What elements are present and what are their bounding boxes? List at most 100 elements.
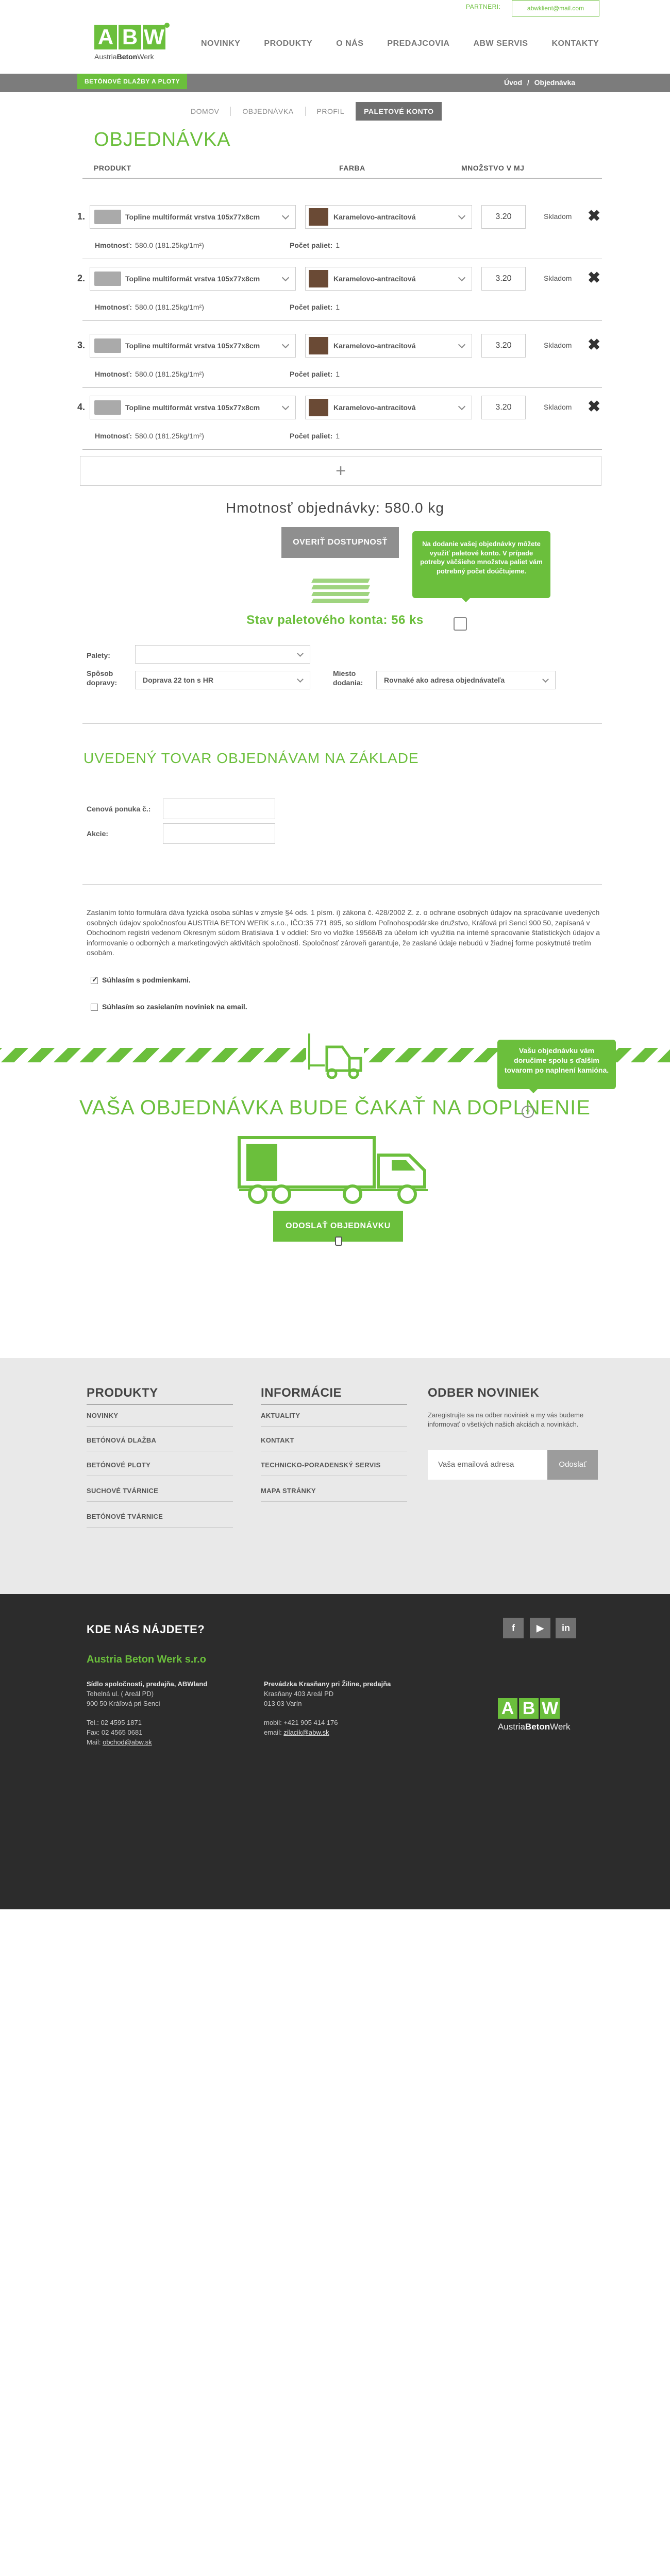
transport-select[interactable]: Doprava 22 ton s HR (135, 671, 310, 689)
nav-abw-servis[interactable]: ABW SERVIS (473, 39, 528, 48)
chevron-down-icon (458, 212, 466, 220)
footer-divider (87, 1527, 233, 1528)
paver-icon (94, 338, 121, 353)
step-objednavka[interactable]: OBJEDNÁVKA (242, 107, 293, 115)
product-select[interactable]: Topline multiformát vrstva 105x77x8cm (90, 205, 296, 229)
color-select[interactable]: Karamelovo-antracitová (305, 205, 472, 229)
chevron-down-icon (458, 274, 466, 282)
stock-status: Skladom (544, 341, 572, 349)
color-select[interactable]: Karamelovo-antracitová (305, 334, 472, 358)
nav-predajcovia[interactable]: PREDAJCOVIA (387, 39, 449, 48)
pointer-cursor-icon (335, 1236, 342, 1246)
row-pallets: Počet paliet: 1 (290, 370, 340, 378)
nav-kontakty[interactable]: KONTAKTY (552, 39, 599, 48)
delivery-place-label: Miesto dodania: (333, 669, 363, 687)
basis-title: UVEDENÝ TOVAR OBJEDNÁVAM NA ZÁKLADE (83, 750, 419, 766)
footer-link[interactable]: NOVINKY (87, 1412, 118, 1419)
footer-link[interactable]: AKTUALITY (261, 1412, 300, 1419)
client-email-link[interactable]: abwklient@mail.com (512, 0, 599, 16)
terms-checkbox[interactable]: Súhlasím s podmienkami. (91, 975, 191, 985)
footer-link[interactable]: BETÓNOVÉ TVÁRNICE (87, 1513, 163, 1520)
product-select[interactable]: Topline multiformát vrstva 105x77x8cm (90, 334, 296, 358)
quantity-input[interactable]: 3.20 (481, 334, 526, 358)
stock-status: Skladom (544, 403, 572, 411)
quantity-input[interactable]: 3.20 (481, 205, 526, 229)
footer-link[interactable]: TECHNICKO-PORADENSKÝ SERVIS (261, 1461, 381, 1469)
breadcrumb-separator: / (527, 78, 529, 87)
nav-o-nas[interactable]: O NÁS (336, 39, 363, 48)
step-paletove-konto[interactable]: PALETOVÉ KONTO (356, 102, 442, 121)
nav-novinky[interactable]: NOVINKY (201, 39, 240, 48)
facebook-icon[interactable]: f (503, 1618, 524, 1638)
logo-letter-a: A (94, 25, 117, 49)
footer-link[interactable]: BETÓNOVÉ PLOTY (87, 1461, 150, 1469)
checkbox-unchecked[interactable] (91, 1004, 98, 1011)
footer-link[interactable]: MAPA STRÁNKY (261, 1487, 316, 1495)
step-profil[interactable]: PROFIL (317, 107, 345, 115)
hq-email-link[interactable]: obchod@abw.sk (103, 1738, 152, 1746)
add-row-button[interactable]: + (80, 456, 601, 486)
checkbox-checked[interactable] (91, 975, 98, 985)
color-select[interactable]: Karamelovo-antracitová (305, 267, 472, 291)
newsletter-submit-button[interactable]: Odoslať (547, 1450, 598, 1480)
row-divider (82, 449, 602, 450)
logo-letter-w: W (540, 1698, 560, 1719)
remove-row-icon[interactable]: ✖ (588, 269, 600, 287)
gdpr-notice: Zaslaním tohto formulára dáva fyzická os… (87, 908, 600, 957)
chevron-down-icon (297, 675, 304, 683)
hq-address: Sídlo spoločnosti, predajňa, ABWland Teh… (87, 1680, 208, 1747)
order-row: 1. Topline multiformát vrstva 105x77x8cm… (77, 205, 602, 268)
order-row: 4. Topline multiformát vrstva 105x77x8cm… (77, 396, 602, 459)
pallet-info-icon[interactable] (454, 617, 467, 631)
wait-title: VAŠA OBJEDNÁVKA BUDE ČAKAŤ NA DOPLNENIE (79, 1096, 591, 1119)
row-pallets: Počet paliet: 1 (290, 432, 340, 440)
company-name: Austria Beton Werk s.r.o (87, 1654, 206, 1665)
remove-row-icon[interactable]: ✖ (588, 207, 600, 225)
remove-row-icon[interactable]: ✖ (588, 398, 600, 416)
quote-number-input[interactable] (163, 799, 275, 819)
row-weight: Hmotnosť: 580.0 (181.25kg/1m²) (95, 432, 204, 440)
row-weight: Hmotnosť: 580.0 (181.25kg/1m²) (95, 241, 204, 249)
nav-produkty[interactable]: PRODUKTY (264, 39, 312, 48)
step-divider (230, 107, 231, 116)
step-domov[interactable]: DOMOV (191, 107, 219, 115)
contact-title: KDE NÁS NÁJDETE? (87, 1623, 205, 1636)
row-pallets: Počet paliet: 1 (290, 241, 340, 249)
breadcrumb: Úvod / Objednávka (504, 78, 578, 87)
newsletter-email-input[interactable]: Vaša emailová adresa (428, 1450, 547, 1480)
verify-availability-button[interactable]: OVERIŤ DOSTUPNOSŤ (281, 527, 399, 558)
footer-link[interactable]: SUCHOVÉ TVÁRNICE (87, 1487, 158, 1495)
pallet-account-tooltip: Na dodanie vašej objednávky môžete využi… (412, 531, 550, 602)
product-select[interactable]: Topline multiformát vrstva 105x77x8cm (90, 267, 296, 291)
wait-tooltip: Vašu objednávku vám doručíme spolu s ďal… (497, 1040, 616, 1093)
abw-logo[interactable]: A B W AustriaBetonWerk (94, 23, 170, 66)
footer-divider (87, 1404, 233, 1405)
help-icon[interactable]: ? (522, 1106, 534, 1118)
quantity-input[interactable]: 3.20 (481, 267, 526, 291)
footer-link[interactable]: KONTAKT (261, 1436, 294, 1444)
product-select[interactable]: Topline multiformát vrstva 105x77x8cm (90, 396, 296, 419)
breadcrumb-home[interactable]: Úvod (504, 78, 522, 87)
color-swatch (309, 208, 328, 226)
paver-icon (94, 210, 121, 224)
delivery-place-select[interactable]: Rovnaké ako adresa objednávateľa (376, 671, 556, 689)
action-label: Akcie: (87, 829, 109, 838)
quantity-input[interactable]: 3.20 (481, 396, 526, 419)
logo-letter-b: B (119, 25, 141, 49)
color-select[interactable]: Karamelovo-antracitová (305, 396, 472, 419)
chevron-down-icon (281, 341, 290, 349)
footer-abw-logo[interactable]: A B W AustriaBetonWerk (498, 1698, 570, 1732)
row-number: 2. (77, 273, 86, 283)
action-input[interactable] (163, 823, 275, 844)
youtube-icon[interactable]: ▶ (530, 1618, 550, 1638)
linkedin-icon[interactable]: in (556, 1618, 576, 1638)
order-steps: DOMOV OBJEDNÁVKA PROFIL PALETOVÉ KONTO (191, 102, 442, 121)
pallets-select[interactable] (135, 645, 310, 664)
branch-email-link[interactable]: zilacik@abw.sk (283, 1728, 329, 1736)
newsletter-checkbox[interactable]: Súhlasím so zasielaním noviniek na email… (91, 1003, 247, 1011)
remove-row-icon[interactable]: ✖ (588, 336, 600, 354)
footer-link[interactable]: BETÓNOVÁ DLAŽBA (87, 1436, 156, 1444)
logo-letter-w: W (143, 25, 165, 49)
section-tab[interactable]: BETÓNOVÉ DLAŽBY A PLOTY (77, 74, 188, 89)
footer-info-title: INFORMÁCIE (261, 1386, 342, 1400)
